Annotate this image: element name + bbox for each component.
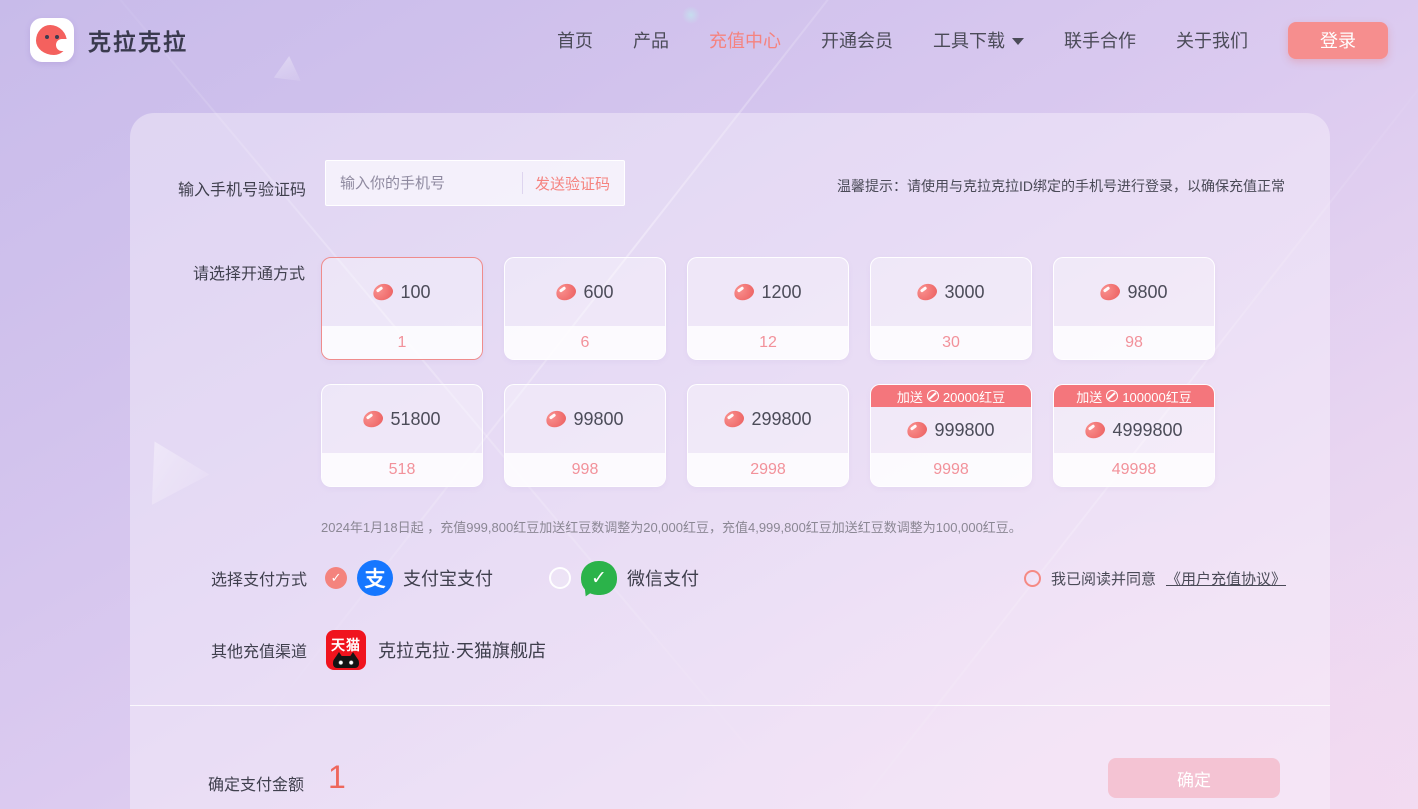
brand-logo[interactable]: 克拉克拉: [30, 18, 188, 62]
checked-radio-icon: [325, 567, 347, 589]
recharge-page: 克拉克拉 首页 产品 充值中心 开通会员 工具下载 联手合作 关于我们 登录 输…: [0, 0, 1418, 809]
other-channel-row: 其他充值渠道 天猫 克拉克拉·天猫旗舰店: [211, 628, 546, 672]
agreement-radio[interactable]: [1024, 570, 1041, 587]
agreement-link[interactable]: 《用户充值协议》: [1166, 568, 1286, 589]
recharge-card-4999800[interactable]: 加送 100000红豆 4999800 49998: [1053, 384, 1215, 487]
recharge-card-3000[interactable]: 3000 30: [870, 257, 1032, 360]
recharge-card-999800[interactable]: 加送 20000红豆 999800 9998: [870, 384, 1032, 487]
bean-icon: [544, 408, 568, 429]
card-price: 9998: [871, 453, 1031, 486]
nav-item-recharge-center[interactable]: 充值中心: [709, 27, 781, 53]
tmall-icon[interactable]: 天猫: [326, 630, 366, 670]
wechat-option[interactable]: 微信支付: [549, 561, 699, 595]
bean-amount: 99800: [573, 409, 623, 430]
card-price: 518: [322, 453, 482, 486]
login-tip: 温馨提示：请使用与克拉克拉ID绑定的手机号进行登录，以确保充值正常: [837, 176, 1285, 196]
payment-method-row: 选择支付方式 支 支付宝支付 微信支付: [211, 556, 699, 600]
bean-amount: 999800: [934, 420, 994, 441]
tmall-cat-icon: [333, 656, 359, 668]
send-code-button[interactable]: 发送验证码: [535, 173, 610, 194]
nav-item-tools-download[interactable]: 工具下载: [933, 27, 1024, 53]
bonus-ribbon: 加送 100000红豆: [1054, 385, 1214, 407]
bean-icon: [915, 281, 939, 302]
recharge-card-1200[interactable]: 1200 12: [687, 257, 849, 360]
chevron-down-icon: [1012, 38, 1024, 45]
top-nav-bar: 克拉克拉 首页 产品 充值中心 开通会员 工具下载 联手合作 关于我们 登录: [0, 0, 1418, 80]
bean-amount: 600: [583, 282, 613, 303]
bean-icon: [1098, 281, 1122, 302]
bean-amount: 299800: [751, 409, 811, 430]
bean-amount: 3000: [944, 282, 984, 303]
bean-icon: [361, 408, 385, 429]
bean-icon: [371, 281, 395, 302]
bean-outline-icon: [927, 390, 939, 402]
nav-item-products[interactable]: 产品: [633, 27, 669, 53]
bean-icon: [554, 281, 578, 302]
recharge-card-100[interactable]: 100 1: [321, 257, 483, 360]
card-price: 98: [1054, 326, 1214, 359]
unchecked-radio-icon: [549, 567, 571, 589]
login-button[interactable]: 登录: [1288, 22, 1388, 59]
alipay-label: 支付宝支付: [403, 565, 493, 591]
card-price: 6: [505, 326, 665, 359]
confirm-button[interactable]: 确定: [1108, 758, 1280, 798]
brand-name: 克拉克拉: [88, 23, 188, 57]
bean-amount: 100: [400, 282, 430, 303]
recharge-card-299800[interactable]: 299800 2998: [687, 384, 849, 487]
recharge-options-grid: 100 1 600 6 1200 12 3000 30 9800: [321, 257, 1215, 487]
agreement-row: 我已阅读并同意《用户充值协议》: [1024, 568, 1286, 589]
bean-icon: [732, 281, 756, 302]
nav-item-home[interactable]: 首页: [557, 27, 593, 53]
card-price: 49998: [1054, 453, 1214, 486]
recharge-card-99800[interactable]: 99800 998: [504, 384, 666, 487]
card-price: 12: [688, 326, 848, 359]
card-price: 2998: [688, 453, 848, 486]
bean-icon: [905, 419, 929, 440]
nav-item-cooperation[interactable]: 联手合作: [1064, 27, 1136, 53]
recharge-panel: 输入手机号验证码 发送验证码 温馨提示：请使用与克拉克拉ID绑定的手机号进行登录…: [130, 113, 1330, 809]
recharge-section-label: 请选择开通方式: [193, 260, 305, 284]
bonus-ribbon: 加送 20000红豆: [871, 385, 1031, 407]
payment-section-label: 选择支付方式: [211, 566, 307, 590]
footer-divider: [130, 705, 1330, 706]
agreement-text: 我已阅读并同意: [1051, 568, 1156, 589]
bean-amount: 9800: [1127, 282, 1167, 303]
wechat-icon: [581, 561, 617, 595]
card-price: 30: [871, 326, 1031, 359]
input-divider: [522, 172, 523, 194]
recharge-card-600[interactable]: 600 6: [504, 257, 666, 360]
pay-amount-label: 确定支付金额: [208, 771, 304, 795]
phone-section-label: 输入手机号验证码: [178, 176, 306, 200]
alipay-option[interactable]: 支 支付宝支付: [325, 560, 493, 596]
bean-icon: [722, 408, 746, 429]
pay-amount-value: 1: [328, 759, 346, 796]
phone-input[interactable]: [340, 175, 510, 192]
other-channel-label: 其他充值渠道: [211, 638, 307, 662]
bean-icon: [1083, 419, 1107, 440]
wechat-label: 微信支付: [627, 565, 699, 591]
recharge-card-9800[interactable]: 9800 98: [1053, 257, 1215, 360]
nav-item-about-us[interactable]: 关于我们: [1176, 27, 1248, 53]
bean-amount: 51800: [390, 409, 440, 430]
phone-input-box: 发送验证码: [325, 160, 625, 206]
card-price: 998: [505, 453, 665, 486]
recharge-card-51800[interactable]: 51800 518: [321, 384, 483, 487]
nav-item-membership[interactable]: 开通会员: [821, 27, 893, 53]
bean-amount: 1200: [761, 282, 801, 303]
card-price: 1: [322, 326, 482, 359]
brand-logo-icon: [30, 18, 74, 62]
alipay-icon: 支: [357, 560, 393, 596]
bonus-adjustment-note: 2024年1月18日起 ，充值999,800红豆加送红豆数调整为20,000红豆…: [321, 517, 1022, 536]
bean-outline-icon: [1106, 390, 1118, 402]
bean-amount: 4999800: [1112, 420, 1182, 441]
main-nav: 首页 产品 充值中心 开通会员 工具下载 联手合作 关于我们 登录: [557, 22, 1388, 59]
tmall-store-link[interactable]: 克拉克拉·天猫旗舰店: [378, 637, 546, 663]
